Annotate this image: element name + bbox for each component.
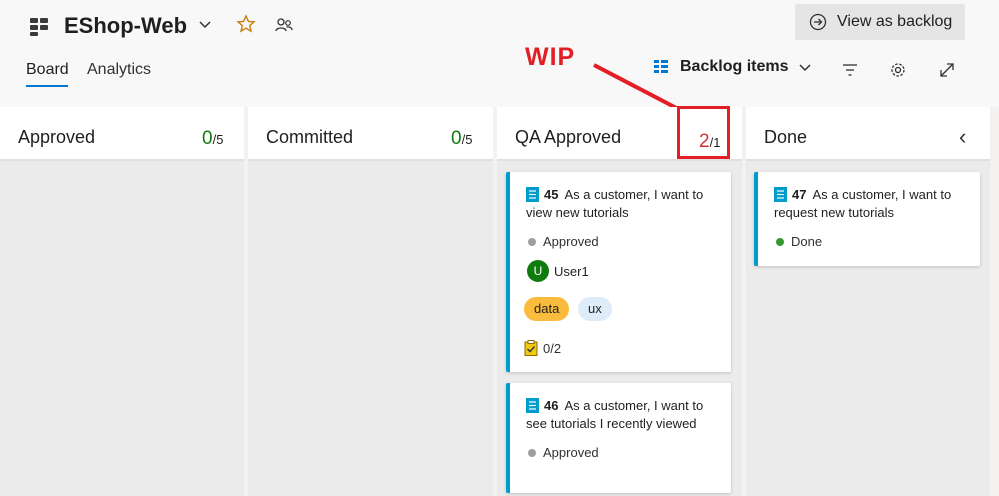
tab-analytics[interactable]: Analytics xyxy=(87,61,151,79)
column-wip-count: 0/5 xyxy=(202,128,223,150)
card-state: Approved xyxy=(528,234,599,249)
tasks-count: 0/2 xyxy=(543,340,562,356)
state-dot xyxy=(528,237,536,246)
backlog-level-label: Backlog items xyxy=(680,58,789,75)
state-label: Approved xyxy=(543,234,599,249)
column-wip-count: 0/5 xyxy=(451,128,472,150)
work-item-id: 45 xyxy=(544,187,559,202)
active-tab-indicator xyxy=(26,85,68,87)
column-title: QA Approved xyxy=(515,127,622,147)
wip-highlight-box xyxy=(677,106,730,159)
state-label: Approved xyxy=(543,445,599,460)
wip-annotation-label: WIP xyxy=(525,43,576,71)
collapse-column-button[interactable]: ‹ xyxy=(959,124,966,150)
backlog-level-selector[interactable]: Backlog items xyxy=(654,58,812,76)
tag-data[interactable]: data xyxy=(524,297,570,321)
state-dot xyxy=(776,237,784,246)
avatar: U xyxy=(527,260,549,282)
column-title: Approved xyxy=(18,127,96,147)
wip-limit: /5 xyxy=(212,132,224,147)
backlog-items-icon xyxy=(654,60,668,73)
assigned-to[interactable]: U User1 xyxy=(527,260,589,282)
column-header-approved: Approved 0/5 xyxy=(0,107,244,161)
work-item-id: 46 xyxy=(544,398,559,413)
settings-gear-icon[interactable] xyxy=(888,60,908,80)
column-body-approved xyxy=(0,161,244,496)
card-title[interactable]: 46 As a customer, I want to see tutorials… xyxy=(526,397,721,433)
boards-icon xyxy=(30,18,48,36)
work-item-card[interactable]: 47 As a customer, I want to request new t… xyxy=(754,172,980,266)
filter-icon[interactable] xyxy=(840,60,860,80)
fullscreen-icon[interactable] xyxy=(937,60,957,80)
view-as-backlog-button[interactable]: View as backlog xyxy=(795,4,965,40)
favorite-star-icon[interactable] xyxy=(236,14,256,34)
chevron-down-icon xyxy=(799,64,812,72)
view-as-backlog-label: View as backlog xyxy=(837,13,953,30)
arrow-circle-right-icon xyxy=(809,13,827,31)
wip-current: 0 xyxy=(451,128,462,149)
column-header-committed: Committed 0/5 xyxy=(248,107,493,161)
card-state: Approved xyxy=(528,445,599,460)
work-item-card[interactable]: 46 As a customer, I want to see tutorials… xyxy=(506,383,731,493)
tag-ux[interactable]: ux xyxy=(578,297,612,321)
wip-limit: /5 xyxy=(461,132,473,147)
wip-current: 0 xyxy=(202,128,213,149)
project-title: EShop-Web xyxy=(64,13,188,38)
state-dot xyxy=(528,448,536,457)
board-header: EShop-Web View as backlog Board Analytic… xyxy=(0,0,999,107)
chevron-down-icon[interactable] xyxy=(198,17,212,31)
card-title[interactable]: 45 As a customer, I want to view new tuto… xyxy=(526,186,721,222)
column-title: Committed xyxy=(266,127,354,147)
task-checklist-icon xyxy=(524,340,538,356)
column-header-done: Done ‹ xyxy=(746,107,990,161)
column-title: Done xyxy=(764,127,808,147)
team-icon[interactable] xyxy=(274,15,294,35)
card-title[interactable]: 47 As a customer, I want to request new t… xyxy=(774,186,970,222)
column-body-committed xyxy=(248,161,493,496)
work-item-id: 47 xyxy=(792,187,807,202)
state-label: Done xyxy=(791,234,823,249)
child-tasks-progress[interactable]: 0/2 xyxy=(524,340,561,356)
assignee-name: User1 xyxy=(554,263,589,279)
tab-board[interactable]: Board xyxy=(26,61,69,79)
work-item-card[interactable]: 45 As a customer, I want to view new tuto… xyxy=(506,172,731,372)
card-state: Done xyxy=(776,234,822,249)
